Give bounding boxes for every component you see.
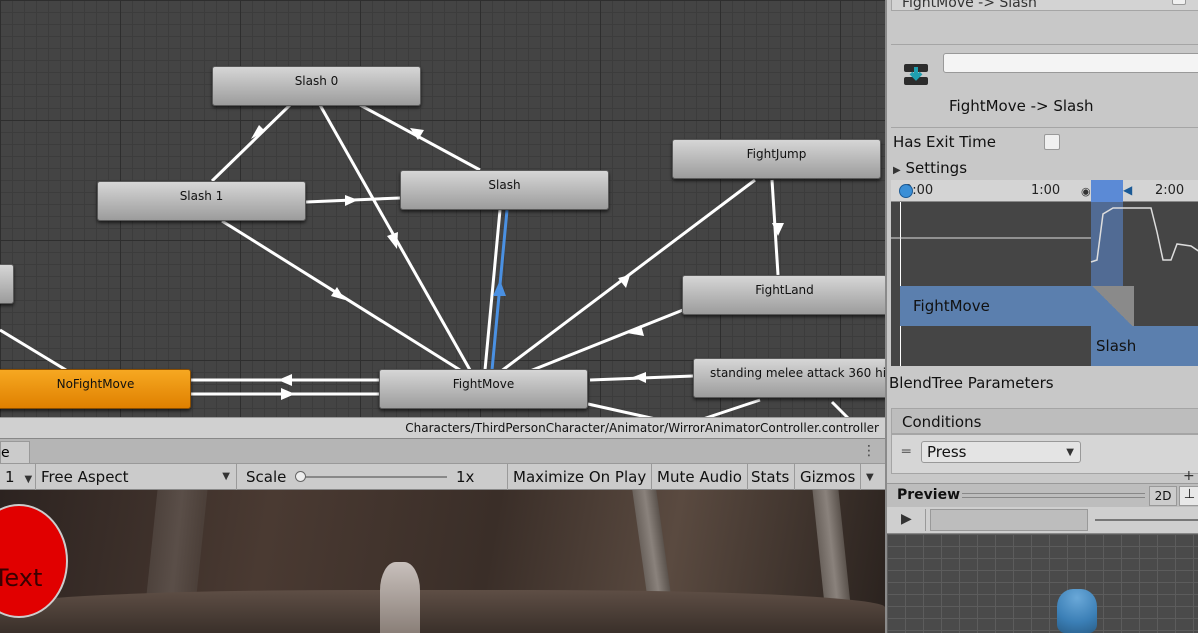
stats-button[interactable]: Stats (746, 464, 796, 490)
source-clip-label: FightMove (913, 297, 990, 315)
state-standing-melee[interactable]: standing melee attack 360 high (693, 358, 885, 398)
mute-audio-button[interactable]: Mute Audio (652, 464, 748, 490)
transition-name-field[interactable] (943, 53, 1198, 73)
settings-label: Settings (905, 159, 968, 177)
dest-clip-bar[interactable]: Slash (1091, 326, 1198, 366)
preview-label: Preview (897, 487, 961, 503)
chevron-down-icon: ▼ (1066, 447, 1074, 458)
scale-slider-track[interactable] (297, 476, 447, 478)
range-end-icon[interactable]: ◀ (1123, 183, 1132, 197)
state-offscreen[interactable] (0, 264, 14, 304)
pivot-icon[interactable]: ⊥ (1179, 486, 1198, 506)
game-tab-strip: e ⋮ (0, 438, 885, 464)
condition-parameter-select[interactable]: Press ▼ (921, 441, 1081, 463)
transition-title: FightMove -> Slash (949, 97, 1094, 115)
preview-character-model (1057, 589, 1097, 633)
scale-label: Scale (246, 468, 287, 486)
display-value: 1 (5, 468, 15, 486)
timeline-ruler: 0:00 1:00 2:00 ◉ ◀ (891, 180, 1198, 202)
state-fightland[interactable]: FightLand (682, 275, 885, 315)
aspect-value: Free Aspect (41, 468, 129, 486)
state-slash[interactable]: Slash (400, 170, 609, 210)
chevron-down-icon: ▼ (222, 471, 230, 482)
selected-transition-arrowhead (493, 280, 506, 296)
has-exit-time-label: Has Exit Time (893, 133, 996, 151)
has-exit-time-checkbox[interactable] (1044, 134, 1060, 150)
tick-label: 1:00 (1031, 183, 1061, 198)
gizmos-button[interactable]: Gizmos (795, 464, 862, 490)
gizmos-dropdown-icon[interactable]: ▼ (866, 472, 874, 483)
transition-list-label: FightMove -> Slash (902, 0, 1037, 11)
maximize-on-play-button[interactable]: Maximize On Play (508, 464, 653, 490)
preview-speed-slider[interactable] (1095, 519, 1198, 521)
tick-label: 2:00 (1155, 183, 1185, 198)
drag-handle-icon[interactable]: ═ (902, 444, 910, 460)
dest-clip-label: Slash (1096, 337, 1137, 355)
transition-range-handle[interactable] (1091, 180, 1123, 202)
transition-slash1-slash0[interactable] (210, 103, 292, 183)
inspector-panel: FightMove -> Slash FightMove -> Slash Ha… (885, 0, 1198, 633)
chevron-down-icon: ▼ (24, 474, 33, 485)
game-toolbar: 1 ▼ Free Aspect ▼ Scale 1x Maximize On Pla… (0, 463, 885, 490)
state-nofightmove-default[interactable]: NoFightMove (0, 369, 191, 409)
transition-list-item[interactable]: FightMove -> Slash (891, 0, 1198, 11)
player-character (380, 562, 420, 633)
cave-floor (0, 590, 885, 633)
display-dropdown[interactable]: 1 ▼ (0, 464, 36, 490)
solo-checkbox[interactable] (1172, 0, 1186, 5)
settings-foldout[interactable]: ▶ Settings (893, 159, 967, 177)
play-icon[interactable]: ▶ (893, 509, 926, 531)
foldout-triangle-icon: ▶ (893, 165, 901, 176)
preview-timeline-field[interactable] (930, 509, 1088, 531)
add-condition-icon[interactable]: + (1183, 468, 1195, 484)
overlay-text: v Text (0, 564, 43, 592)
transition-header: FightMove -> Slash (891, 44, 1198, 128)
preview-2d-toggle[interactable]: 2D (1149, 486, 1177, 506)
scale-slider-thumb[interactable] (295, 471, 306, 482)
state-slash1[interactable]: Slash 1 (97, 181, 306, 221)
transition-offscreen-nofight[interactable] (0, 328, 67, 372)
conditions-list: ═ Press ▼ (891, 434, 1198, 474)
controller-path: Characters/ThirdPersonCharacter/Animator… (0, 417, 885, 438)
scale-control: Scale 1x (237, 464, 508, 490)
playhead-marker-icon[interactable] (899, 184, 913, 198)
transition-icon (904, 64, 928, 85)
preview-drag-bar[interactable] (962, 493, 1145, 498)
animator-graph[interactable]: Slash 0 Slash 1 Slash FightJump FightLan… (0, 0, 885, 438)
exit-marker-icon[interactable]: ◉ (1081, 185, 1091, 198)
state-fightmove[interactable]: FightMove (379, 369, 588, 409)
condition-parameter-value: Press (927, 443, 967, 461)
transition-fightland-fightmove[interactable] (519, 308, 684, 377)
game-viewport[interactable]: v Text (0, 490, 885, 633)
state-fightjump[interactable]: FightJump (672, 139, 881, 179)
blend-tree-parameters-label: BlendTree Parameters (889, 374, 1054, 392)
parameter-curve (891, 207, 1198, 263)
transition-timeline[interactable]: 0:00 1:00 2:00 ◉ ◀ FightMove Slash (891, 180, 1198, 366)
preview-controls: ▶ (887, 507, 1198, 534)
scale-value: 1x (456, 468, 475, 486)
aspect-dropdown[interactable]: Free Aspect ▼ (36, 464, 237, 490)
preview-viewport[interactable] (887, 534, 1198, 633)
blend-region (1091, 286, 1134, 326)
state-slash0[interactable]: Slash 0 (212, 66, 421, 106)
tab-game[interactable]: e (0, 441, 30, 464)
transition-slash0-slash[interactable] (359, 103, 481, 172)
cave-pillar (632, 490, 672, 600)
kebab-menu-icon[interactable]: ⋮ (862, 443, 876, 459)
conditions-header: Conditions (891, 408, 1198, 434)
source-clip-bar[interactable]: FightMove (900, 286, 1091, 326)
preview-header: Preview 2D ⊥ (887, 483, 1198, 507)
